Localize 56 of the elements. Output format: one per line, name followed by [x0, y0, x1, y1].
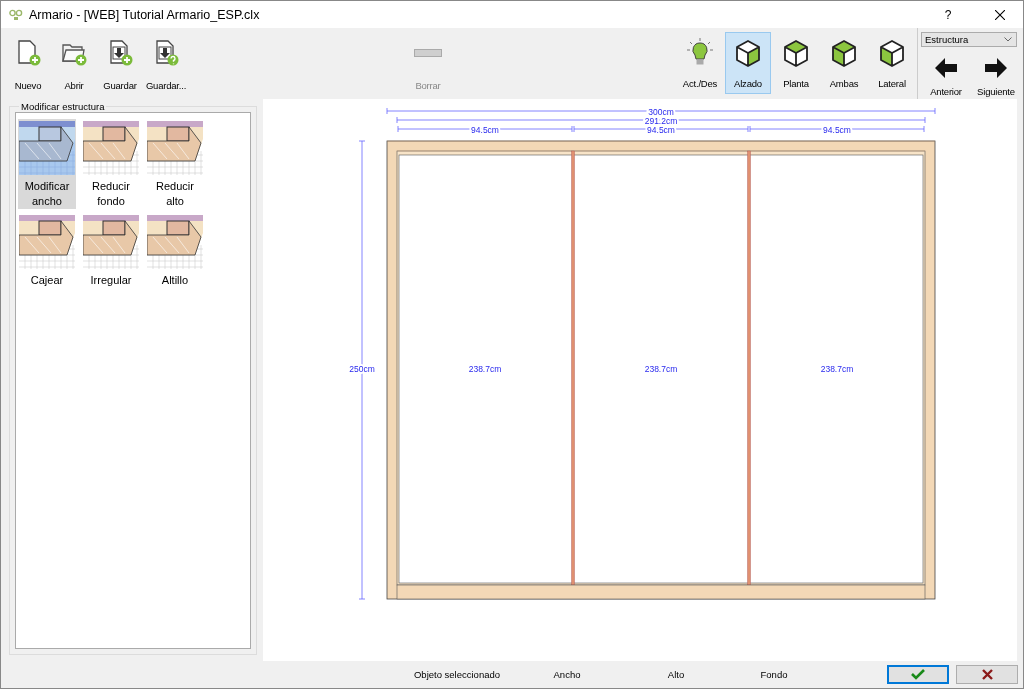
view-button[interactable]: Planta [773, 32, 819, 94]
cabinet-icon [147, 121, 203, 175]
nav-button[interactable]: Anterior [921, 47, 971, 95]
help-button[interactable]: ? [925, 1, 971, 28]
light-bulb-icon [686, 38, 714, 68]
cube-icon [782, 38, 810, 68]
checkmark-icon [911, 669, 925, 680]
close-icon [995, 9, 1005, 20]
cube-icon [734, 38, 762, 68]
toolbar-button[interactable]: Guardar [97, 32, 143, 94]
tool-item[interactable]: Reducir fondo [82, 119, 140, 209]
view-button[interactable]: Act./Des [677, 32, 723, 94]
status-label: Objeto seleccionado [413, 669, 501, 680]
ok-button[interactable] [887, 665, 949, 684]
cabinet-icon [19, 215, 75, 269]
cabinet-icon [83, 121, 139, 175]
app-logo-icon [9, 8, 23, 21]
window-title: Armario - [WEB] Tutorial Armario_ESP.clx [29, 7, 260, 22]
group-title: Modificar estructura [20, 101, 106, 112]
dimension-label: 94.5cm [823, 124, 851, 135]
dimension-label: 94.5cm [471, 124, 499, 135]
cabinet-icon [83, 215, 139, 269]
toolbar-button[interactable]: Abrir [51, 32, 97, 94]
tool-item[interactable]: Altillo [146, 213, 204, 303]
status-label: Fondo [760, 669, 788, 680]
section-height-label: 238.7cm [468, 364, 502, 374]
cube-icon [878, 38, 906, 68]
tool-item[interactable]: Modificar ancho [18, 119, 76, 209]
cabinet-icon [147, 215, 203, 269]
mode-dropdown[interactable]: Estructura [921, 32, 1017, 47]
section-height-label: 238.7cm [820, 364, 854, 374]
new-file-icon [15, 38, 41, 68]
view-button[interactable]: Alzado [725, 32, 771, 94]
tool-item[interactable]: Cajear [18, 213, 76, 303]
cabinet-icon [19, 121, 75, 175]
status-label: Alto [667, 669, 685, 680]
save-icon [153, 38, 179, 68]
dimension-label: 250cm [349, 364, 375, 374]
bar-icon [414, 49, 442, 57]
dimension-label: 291.2cm [644, 115, 678, 126]
close-icon [981, 669, 993, 680]
tool-item[interactable]: Irregular [82, 213, 140, 303]
chevron-down-icon [1004, 37, 1012, 42]
save-icon [107, 38, 133, 68]
status-label: Ancho [553, 669, 581, 680]
dimension-label: 94.5cm [647, 124, 675, 135]
cube-icon [830, 38, 858, 68]
view-button[interactable]: Ambas [821, 32, 867, 94]
toolbar-button[interactable]: Nuevo [5, 32, 51, 94]
section-height-label: 238.7cm [644, 364, 678, 374]
toolbar-button[interactable]: Guardar... [143, 32, 189, 94]
nav-button[interactable]: Siguiente [971, 47, 1021, 95]
tool-item[interactable]: Reducir alto [146, 119, 204, 209]
dimension-label: 300cm [648, 106, 674, 117]
view-button[interactable]: Lateral [869, 32, 915, 94]
cancel-button[interactable] [956, 665, 1018, 684]
